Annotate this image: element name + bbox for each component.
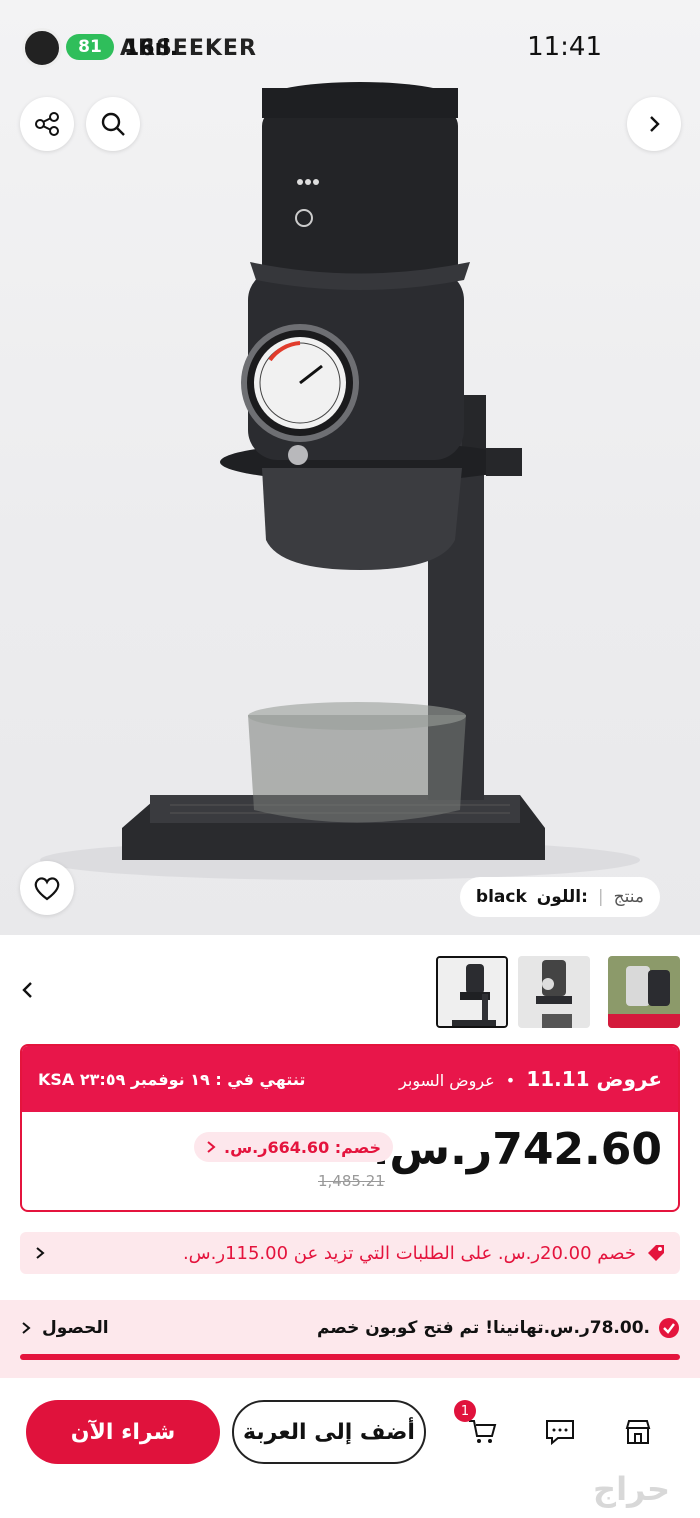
thumbnail-3[interactable] <box>608 956 680 1028</box>
thumbnail-image <box>608 956 680 1028</box>
back-button[interactable] <box>627 97 681 151</box>
chevron-right-icon <box>650 116 660 132</box>
check-circle-icon <box>659 1318 679 1338</box>
heart-icon <box>34 877 60 901</box>
chevron-right-icon <box>207 1141 216 1153</box>
promo-banner[interactable]: خصم 20.00ر.س. على الطلبات التي تزيد عن 1… <box>20 1232 680 1274</box>
coupon-text: .78.00ر.س.تهانينا! تم فتح كوبون خصم <box>317 1318 650 1338</box>
clock: 11:41 <box>527 32 602 62</box>
color-value: black <box>475 887 527 907</box>
chevron-right-icon <box>36 1247 45 1259</box>
discount-amount: خصم: 664.60ر.س. <box>224 1137 382 1157</box>
scroll-left-button[interactable] <box>18 978 38 1006</box>
battery-indicator: 81 <box>66 34 114 60</box>
color-variant-pill[interactable]: black اللون: | منتج <box>459 877 660 917</box>
product-label: منتج <box>613 887 644 907</box>
search-icon <box>101 112 125 136</box>
current-price: 742.60ر.س. <box>372 1124 662 1175</box>
chat-icon <box>546 1420 574 1446</box>
signal-indicator: 16ıl. <box>124 36 178 61</box>
coupon-row[interactable]: .78.00ر.س.تهانينا! تم فتح كوبون خصم الحص… <box>20 1312 680 1344</box>
app-logo <box>22 28 62 68</box>
buy-now-button[interactable]: شراء الآن <box>26 1400 220 1464</box>
thumbnail-2[interactable] <box>518 956 590 1028</box>
deal-title: عروض 11.11 <box>526 1067 662 1091</box>
coupon-progress-bar <box>20 1354 680 1360</box>
status-bar: ARSEEKER 81 16ıl. 11:41 <box>0 0 700 90</box>
product-image-area[interactable]: ARSEEKER 81 16ıl. 11:41 black اللون: | م… <box>0 0 700 935</box>
original-price: 1,485.21 <box>318 1172 385 1190</box>
chat-button[interactable] <box>538 1410 582 1454</box>
coupon-strip: .78.00ر.س.تهانينا! تم فتح كوبون خصم الحص… <box>0 1300 700 1378</box>
share-button[interactable] <box>20 97 74 151</box>
tag-icon <box>648 1245 664 1261</box>
coupon-claim[interactable]: الحصول <box>20 1318 109 1338</box>
thumbnail-strip <box>0 952 700 1032</box>
signal-text: 16 <box>124 36 155 61</box>
thumbnail-image <box>518 956 590 1028</box>
add-to-cart-button[interactable]: أضف إلى العربة <box>232 1400 426 1464</box>
deal-dot: • <box>505 1071 516 1090</box>
thumbnail-1[interactable] <box>436 956 508 1028</box>
pill-separator: | <box>597 887 604 907</box>
store-icon <box>625 1420 651 1444</box>
deal-header: عروض 11.11 • عروض السوبر تنتهي في : ١٩ ن… <box>22 1046 678 1112</box>
share-icon <box>35 112 59 136</box>
chevron-left-icon <box>22 982 32 998</box>
battery-level: 81 <box>78 37 102 57</box>
deal-subtitle: عروض السوبر <box>399 1071 495 1090</box>
store-button[interactable] <box>616 1410 660 1454</box>
wishlist-button[interactable] <box>20 861 74 915</box>
coupon-message: .78.00ر.س.تهانينا! تم فتح كوبون خصم <box>317 1317 680 1339</box>
deal-title-group: عروض 11.11 • عروض السوبر <box>399 1067 662 1091</box>
cart-count-badge: 1 <box>454 1400 476 1422</box>
bottom-action-bar: شراء الآن أضف إلى العربة 1 حراج <box>0 1378 700 1518</box>
discount-pill[interactable]: خصم: 664.60ر.س. <box>194 1132 394 1162</box>
cart-icon <box>469 1420 497 1443</box>
deal-body: 742.60ر.س. خصم: 664.60ر.س. 1,485.21 <box>22 1112 678 1210</box>
signal-suffix: ıl. <box>154 36 179 61</box>
promo-text: خصم 20.00ر.س. على الطلبات التي تزيد عن 1… <box>182 1242 636 1264</box>
color-label: اللون: <box>536 887 588 907</box>
chevron-right-icon <box>22 1322 31 1334</box>
deal-end-time: تنتهي في : ١٩ نوفمبر ٢٣:٥٩ KSA <box>38 1069 306 1089</box>
deal-box: عروض 11.11 • عروض السوبر تنتهي في : ١٩ ن… <box>20 1044 680 1212</box>
claim-label: الحصول <box>42 1318 109 1338</box>
watermark-text: حراج <box>593 1470 670 1508</box>
thumbnail-image <box>438 958 506 1026</box>
search-button[interactable] <box>86 97 140 151</box>
